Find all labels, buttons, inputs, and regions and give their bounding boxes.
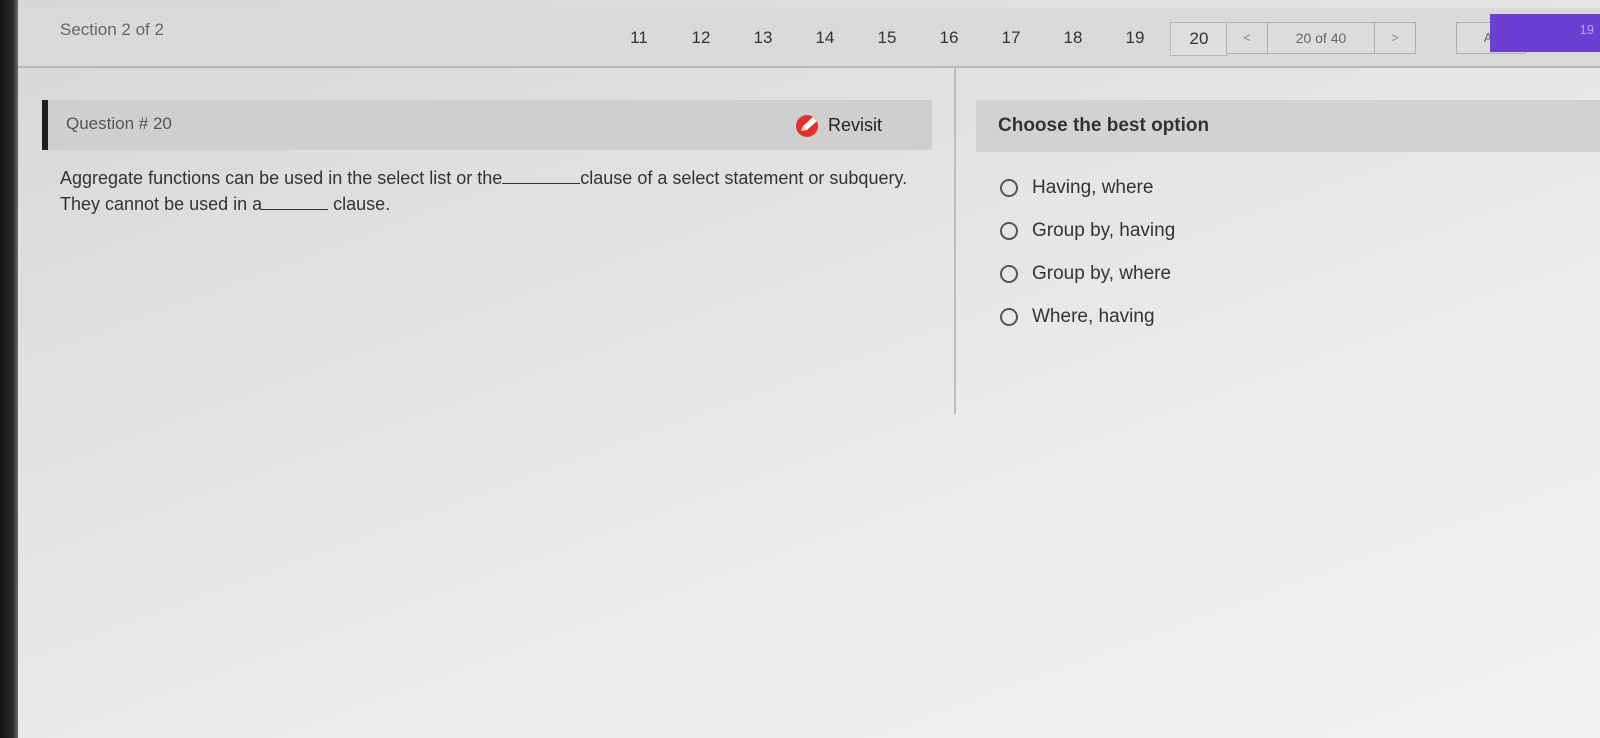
question-nav-13[interactable]: 13 [732,22,794,54]
question-nav-11[interactable]: 11 [608,22,670,54]
options-header: Choose the best option [976,100,1600,152]
question-count: 20 of 40 [1267,23,1375,53]
question-number-nav: 11 12 13 14 15 16 17 18 19 20 [608,22,1228,56]
option-label: Group by, where [1032,262,1172,284]
question-nav-14[interactable]: 14 [794,22,856,54]
purple-status-strip: 19 [1490,14,1600,52]
question-nav-16[interactable]: 16 [918,22,980,54]
revisit-label: Revisit [828,114,883,135]
option-3[interactable]: Group by, where [1000,252,1175,295]
panel-divider [954,66,956,414]
option-label: Having, where [1032,176,1154,198]
option-label: Group by, having [1032,219,1176,241]
radio-button[interactable] [1000,264,1018,283]
question-accent-bar [42,100,48,150]
question-nav-19[interactable]: 19 [1104,22,1166,54]
option-4[interactable]: Where, having [1000,295,1175,338]
question-text-part3: clause. [333,194,391,214]
revisit-pencil-icon [796,115,818,137]
options-title: Choose the best option [998,115,1210,136]
radio-button[interactable] [1000,221,1018,240]
question-title: Question # 20 [66,114,172,133]
top-navigation-bar: Section 2 of 2 11 12 13 14 15 16 17 18 1… [18,8,1600,68]
question-header: Question # 20 Revisit [42,100,932,150]
question-nav-12[interactable]: 12 [670,22,732,54]
question-text: Aggregate functions can be used in the s… [60,165,930,217]
radio-button[interactable] [1000,178,1018,197]
option-1[interactable]: Having, where [1000,166,1175,209]
prev-question-button[interactable]: < [1227,23,1267,53]
question-nav-15[interactable]: 15 [856,22,918,54]
question-nav-17[interactable]: 17 [980,22,1042,54]
option-label: Where, having [1032,305,1155,327]
question-nav-20-current[interactable]: 20 [1170,22,1228,56]
blank-2 [262,191,329,210]
screen-bezel [0,0,18,738]
radio-button[interactable] [1000,307,1018,326]
answer-options: Having, where Group by, having Group by,… [1000,166,1175,338]
revisit-button[interactable]: Revisit [794,112,882,138]
purple-strip-text: 19 [1579,22,1594,37]
next-question-button[interactable]: > [1375,23,1415,53]
question-text-part1: Aggregate functions can be used in the s… [60,168,503,188]
question-pager: < 20 of 40 > [1226,22,1416,54]
section-label: Section 2 of 2 [60,20,164,39]
question-nav-18[interactable]: 18 [1042,22,1104,54]
option-2[interactable]: Group by, having [1000,209,1175,252]
blank-1 [502,165,581,184]
